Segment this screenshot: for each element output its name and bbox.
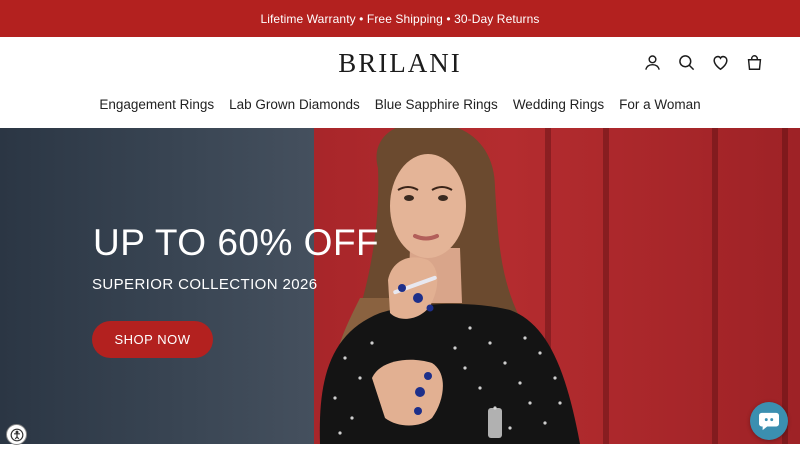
accessibility-icon[interactable] — [6, 424, 27, 445]
nav-item-lab-grown-diamonds[interactable]: Lab Grown Diamonds — [229, 97, 360, 112]
announcement-bar: Lifetime Warranty • Free Shipping • 30-D… — [0, 0, 800, 37]
site-header: BRILANI Engagement Rings Lab Grown Diamo… — [0, 37, 800, 128]
announcement-text: Lifetime Warranty • Free Shipping • 30-D… — [260, 11, 540, 26]
nav-item-blue-sapphire-rings[interactable]: Blue Sapphire Rings — [375, 97, 498, 112]
account-icon[interactable] — [642, 51, 662, 73]
chat-icon[interactable] — [750, 402, 788, 440]
hero-subheadline: SUPERIOR COLLECTION 2026 — [92, 276, 318, 293]
header-icons — [642, 51, 764, 73]
nav-item-for-a-woman[interactable]: For a Woman — [619, 97, 701, 112]
hero-banner: UP TO 60% OFF SUPERIOR COLLECTION 2026 S… — [0, 128, 800, 444]
nav-item-engagement-rings[interactable]: Engagement Rings — [99, 97, 214, 112]
hero-headline: UP TO 60% OFF — [93, 222, 380, 263]
heart-icon[interactable] — [710, 51, 730, 73]
search-icon[interactable] — [676, 51, 696, 73]
shop-now-button[interactable]: SHOP NOW — [92, 321, 213, 358]
nav-item-wedding-rings[interactable]: Wedding Rings — [513, 97, 604, 112]
main-nav: Engagement Rings Lab Grown Diamonds Blue… — [0, 97, 800, 112]
bag-icon[interactable] — [744, 51, 764, 73]
